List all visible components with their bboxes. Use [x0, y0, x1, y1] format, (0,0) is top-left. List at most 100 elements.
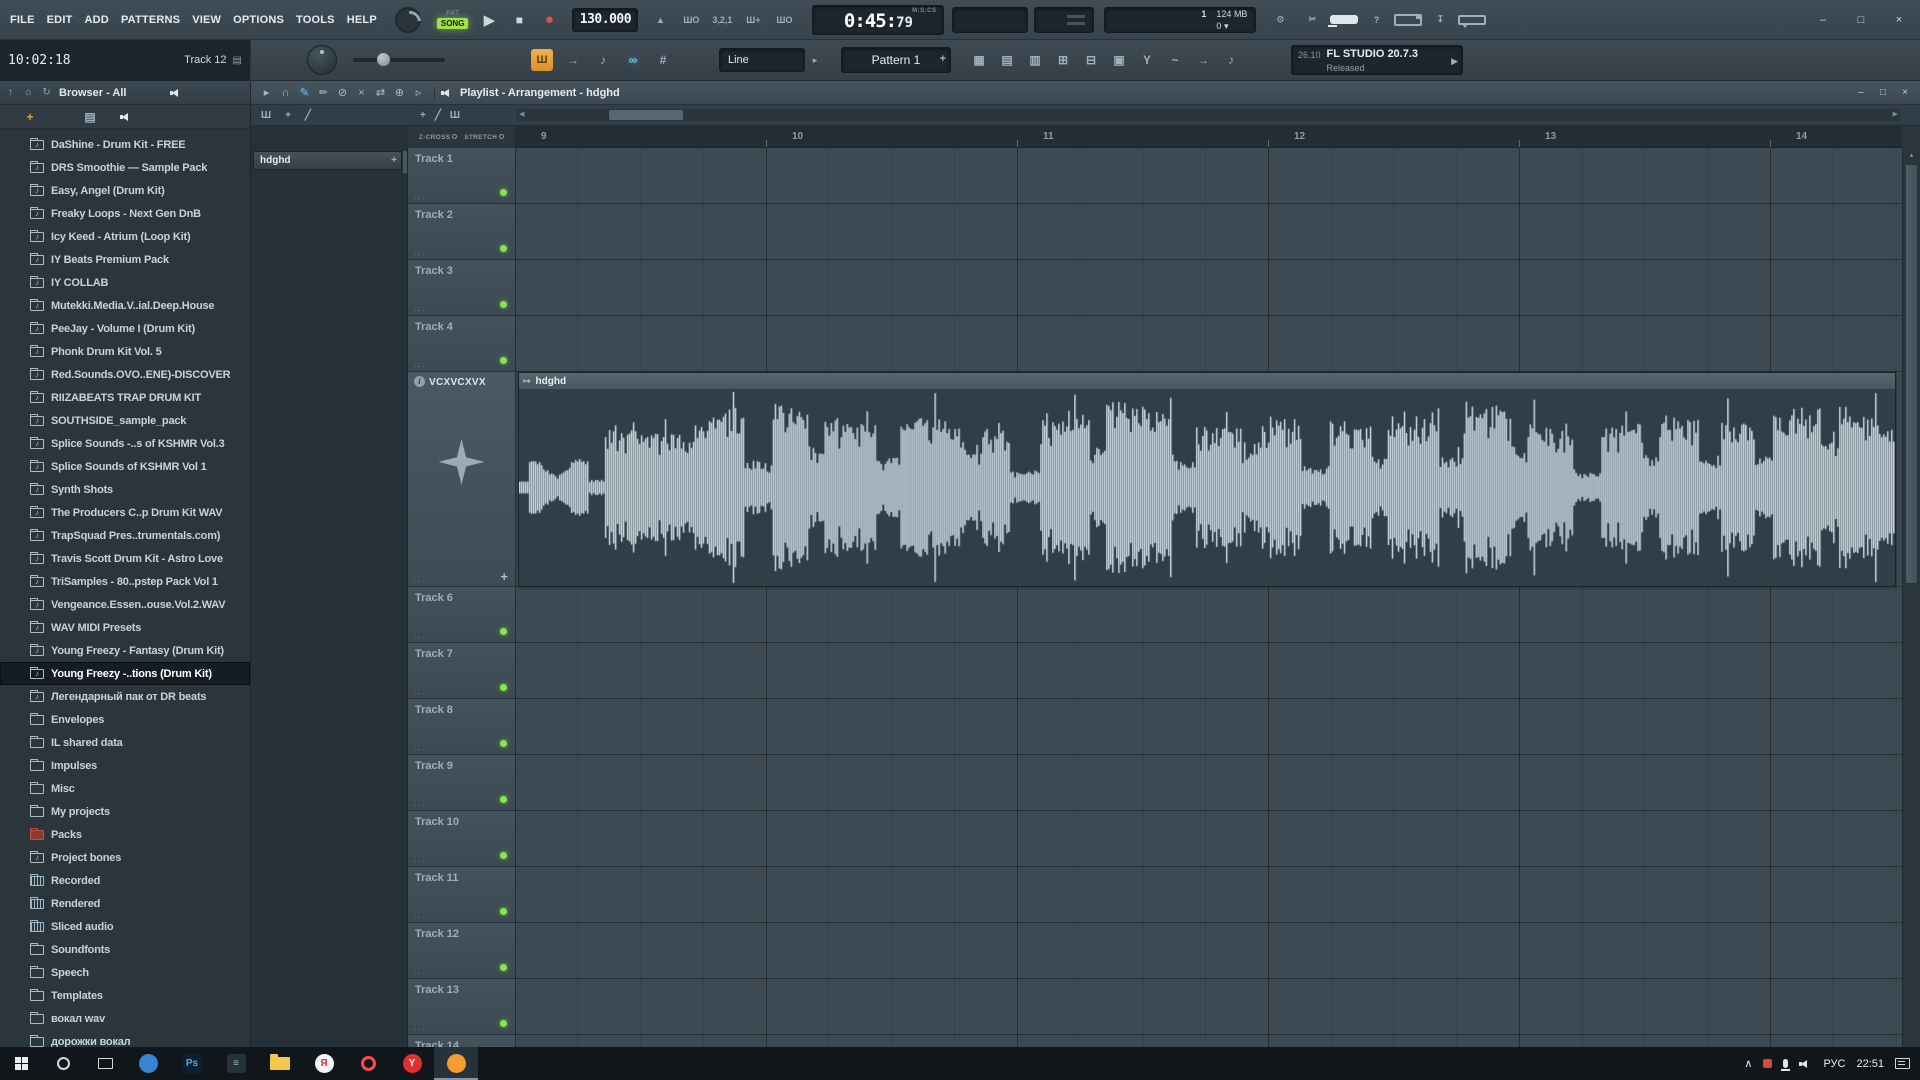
track-led[interactable] [500, 301, 507, 308]
browser-item[interactable]: Recorded [0, 869, 250, 892]
close-button[interactable]: × [1880, 7, 1918, 33]
browser-item[interactable]: The Producers C..p Drum Kit WAV [0, 501, 250, 524]
pitch-slider[interactable] [353, 58, 445, 62]
track-led[interactable] [500, 1020, 507, 1027]
browser-item[interactable]: DaShine - Drum Kit - FREE [0, 133, 250, 156]
browser-item[interactable]: Project bones [0, 846, 250, 869]
shuffle-knob[interactable] [307, 45, 337, 75]
task-view-button[interactable] [84, 1047, 126, 1080]
browser-item[interactable]: Soundfonts [0, 938, 250, 961]
playlist-speaker-icon[interactable] [441, 88, 454, 98]
pat-label[interactable]: PAT [446, 10, 459, 17]
browser-item[interactable]: My projects [0, 800, 250, 823]
browser-speaker-icon[interactable] [170, 88, 183, 98]
taskbar-app-browser-blue[interactable] [126, 1047, 170, 1080]
stretch-icon[interactable]: Ш [450, 110, 460, 121]
arrow-tool-icon[interactable]: → [561, 49, 585, 71]
mute-tool-icon[interactable]: × [352, 84, 371, 102]
crossfade-icon[interactable]: + [420, 110, 426, 121]
browser-item[interactable]: Envelopes [0, 708, 250, 731]
grid-track-row[interactable] [515, 755, 1902, 811]
menu-patterns[interactable]: PATTERNS [115, 0, 186, 40]
record-button[interactable]: ● [534, 5, 564, 35]
up-icon[interactable]: ↑ [3, 87, 18, 98]
grid-track-row[interactable] [515, 587, 1902, 643]
zcross-label[interactable]: Z-CROSS [419, 134, 457, 141]
grid-track-row[interactable] [515, 979, 1902, 1035]
tempo-display[interactable]: 130.000 [572, 8, 638, 32]
track-led[interactable] [500, 796, 507, 803]
plugin-database-icon[interactable]: ▣ [1107, 49, 1131, 71]
snap-selector[interactable]: Line [719, 48, 805, 72]
taskbar-app-explorer[interactable] [258, 1047, 302, 1080]
audio-clip[interactable]: ↦ hdghd [518, 372, 1896, 587]
save-icon[interactable] [1394, 14, 1422, 26]
cut-icon[interactable]: ✂ [1298, 8, 1326, 32]
magnet-icon[interactable]: ∩ [276, 84, 295, 102]
track-header[interactable]: Track 8··· [408, 699, 515, 755]
browser-item[interactable]: Misc [0, 777, 250, 800]
browser-item[interactable]: Sliced audio [0, 915, 250, 938]
hidden-icons-chevron[interactable]: ∧ [1744, 1057, 1752, 1070]
browser-item[interactable]: Travis Scott Drum Kit - Astro Love [0, 547, 250, 570]
track-header[interactable]: Track 14··· [408, 1035, 515, 1047]
track-header[interactable]: Track 6··· [408, 587, 515, 643]
track-header[interactable]: Track 4··· [408, 316, 515, 372]
language-indicator[interactable]: РУС [1823, 1058, 1845, 1070]
scroll-up-icon[interactable]: ▴ [1903, 148, 1920, 162]
typing-keyboard-icon[interactable]: # [651, 49, 675, 71]
add-pattern-icon[interactable]: + [940, 53, 946, 65]
playlist-maximize-button[interactable]: □ [1872, 85, 1894, 101]
cpu-panel-icon[interactable]: ⊙ [1266, 8, 1294, 32]
browser-item[interactable]: TriSamples - 80..pstep Pack Vol 1 [0, 570, 250, 593]
browser-item[interactable]: Templates [0, 984, 250, 1007]
grid-track-row[interactable] [515, 1035, 1902, 1047]
countdown-icon[interactable]: 3,2,1 [708, 8, 736, 32]
browser-item[interactable]: Packs [0, 823, 250, 846]
grid-track-row[interactable] [515, 923, 1902, 979]
track-led[interactable] [500, 852, 507, 859]
chat-icon[interactable] [1458, 15, 1486, 25]
pattern-source-icon[interactable]: Ш [261, 110, 271, 121]
track-header[interactable]: Track 1··· [408, 148, 515, 204]
add-tab-icon[interactable]: + [0, 110, 60, 124]
browser-item[interactable]: SOUTHSIDE_sample_pack [0, 409, 250, 432]
pitch-slider-thumb[interactable] [377, 53, 390, 66]
track-header[interactable]: Track 2··· [408, 204, 515, 260]
stretch-knob[interactable] [499, 134, 504, 139]
notification-center-icon[interactable] [1895, 1058, 1910, 1069]
browser-item[interactable]: IL shared data [0, 731, 250, 754]
track-header[interactable]: iVCXVCXVX···+ [408, 372, 515, 587]
channel-rack-toggle-icon[interactable]: ▤ [995, 49, 1019, 71]
home-icon[interactable]: ⌂ [21, 87, 36, 98]
version-arrow-icon[interactable]: ▶ [1451, 48, 1458, 75]
one-click-record-icon[interactable]: → [1191, 49, 1215, 71]
tray-volume-icon[interactable] [1799, 1059, 1812, 1069]
taskbar-app-photoshop[interactable]: Ps [170, 1047, 214, 1080]
vertical-scrollbar-thumb[interactable] [1905, 164, 1918, 584]
track-header[interactable]: Track 10··· [408, 811, 515, 867]
pattern-selector[interactable]: Pattern 1 + [841, 47, 951, 73]
loop-record-icon[interactable]: ШО [770, 8, 798, 32]
taskbar-app-yandex[interactable]: Я [302, 1047, 346, 1080]
browser-item[interactable]: Speech [0, 961, 250, 984]
search-button[interactable] [42, 1047, 84, 1080]
track-grip[interactable]: ··· [414, 857, 426, 866]
browser-item[interactable]: DRS Smoothie — Sample Pack [0, 156, 250, 179]
taskbar-app-opera[interactable] [346, 1047, 390, 1080]
grid-track-row[interactable] [515, 260, 1902, 316]
track-grip[interactable]: ··· [414, 1025, 426, 1034]
zcross-knob[interactable] [452, 134, 457, 139]
track-grip[interactable]: ··· [414, 577, 426, 586]
track-header[interactable]: Track 13··· [408, 979, 515, 1035]
track-header[interactable]: Track 11··· [408, 867, 515, 923]
vertical-scrollbar[interactable]: ▴ [1902, 148, 1920, 1047]
track-header[interactable]: Track 7··· [408, 643, 515, 699]
time-display[interactable]: 0:45: 79 M:S:CS [812, 5, 944, 35]
track-grip[interactable]: ··· [414, 250, 426, 259]
tray-app-icon[interactable] [1763, 1059, 1772, 1068]
timeline-ruler[interactable]: 91011121314 [515, 126, 1902, 148]
track-info-icon[interactable]: i [414, 376, 425, 387]
delete-tool-icon[interactable]: ⊘ [333, 84, 352, 102]
track-grip[interactable]: ··· [414, 969, 426, 978]
